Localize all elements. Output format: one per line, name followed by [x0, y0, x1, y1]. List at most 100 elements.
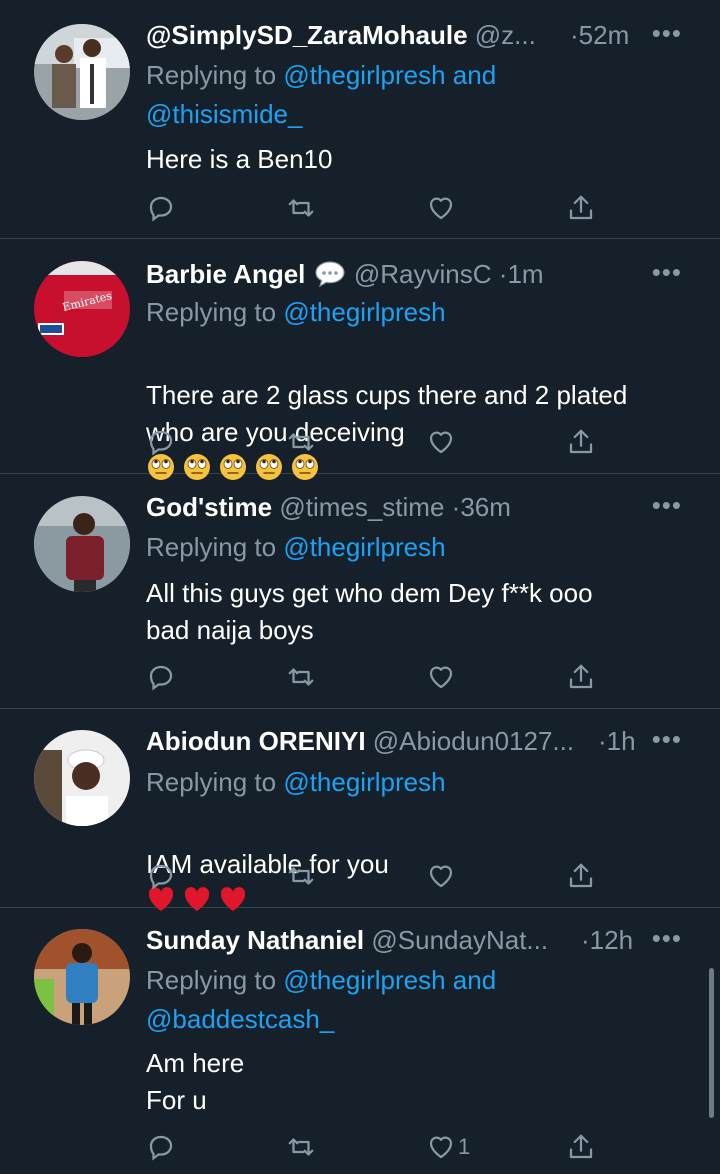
timestamp[interactable]: 1m [507, 259, 543, 289]
retweet-icon [288, 199, 314, 217]
handle[interactable]: @times_stime [279, 492, 444, 522]
avatar[interactable] [34, 24, 130, 120]
more-icon[interactable]: ••• [652, 724, 682, 755]
replying-to: Replying to @thegirlpresh [146, 767, 446, 797]
display-name[interactable]: @SimplySD_ZaraMohaule [146, 20, 468, 50]
action-bar [146, 860, 593, 892]
like-icon [429, 1136, 453, 1159]
like-icon [429, 666, 453, 689]
mention-link[interactable]: @baddestcash_ [146, 1004, 334, 1034]
mention-link[interactable]: @thegirlpresh [283, 60, 445, 90]
mention-link[interactable]: @thisismide_ [146, 99, 302, 129]
mention-link[interactable]: @thegirlpresh [283, 297, 445, 327]
share-button[interactable] [566, 1131, 596, 1163]
tweet[interactable]: @SimplySD_ZaraMohaule @z... ·52m ••• Rep… [0, 0, 720, 239]
replying-to: Replying to @thegirlpresh and @baddestca… [146, 965, 497, 1034]
tweet[interactable]: Sunday Nathaniel @SundayNat... ·12h ••• … [0, 908, 720, 1174]
tweet[interactable]: Emirates Barbie Angel @RayvinsC ·1m ••• … [0, 239, 720, 480]
scrollbar[interactable] [709, 968, 714, 1118]
avatar[interactable] [34, 496, 130, 592]
share-button[interactable] [566, 661, 596, 693]
more-icon[interactable]: ••• [652, 490, 682, 521]
share-icon [569, 195, 593, 220]
timestamp[interactable]: 12h [590, 925, 633, 955]
tweet-text: Here is a Ben10 [146, 144, 333, 174]
reply-button[interactable] [146, 1131, 176, 1163]
timestamp[interactable]: 36m [460, 492, 511, 522]
retweet-button[interactable] [286, 426, 316, 458]
retweet-icon [288, 1138, 314, 1156]
tweet-text: There are 2 glass cups there and 2 plate… [146, 340, 680, 488]
handle[interactable]: @RayvinsC [354, 259, 492, 289]
separator: · [598, 726, 607, 756]
retweet-icon [288, 867, 314, 885]
display-name[interactable]: Abiodun ORENIYI [146, 726, 366, 756]
reply-icon [149, 196, 173, 222]
display-name[interactable]: God'stime [146, 492, 272, 522]
retweet-icon [288, 433, 314, 451]
mention-link[interactable]: @thegirlpresh [283, 965, 445, 995]
like-icon [429, 431, 453, 454]
like-button[interactable] [426, 661, 456, 693]
more-icon[interactable]: ••• [652, 257, 682, 288]
tweet[interactable]: Abiodun ORENIYI @Abiodun0127... ·1h ••• … [0, 709, 720, 911]
timestamp[interactable]: 52m [579, 20, 630, 50]
reply-icon [149, 665, 173, 691]
tweet[interactable]: God'stime @times_stime ·36m ••• Replying… [0, 474, 720, 709]
tweet-text: Am here For u [146, 1048, 245, 1115]
handle[interactable]: @z... [475, 20, 536, 50]
avatar[interactable] [34, 730, 130, 826]
like-count: 1 [458, 1134, 471, 1159]
share-icon [569, 863, 593, 888]
replying-to: Replying to @thegirlpresh [146, 532, 446, 562]
replying-to: Replying to @thegirlpresh and @thisismid… [146, 60, 497, 129]
action-bar [146, 192, 593, 224]
retweet-icon [288, 668, 314, 686]
reply-icon [149, 864, 173, 890]
share-icon [569, 1134, 593, 1159]
handle[interactable]: @SundayNat... [371, 925, 548, 955]
like-button[interactable] [426, 192, 456, 224]
like-button[interactable]: 1 [426, 1131, 470, 1163]
tweet-text: All this guys get who dem Dey f**k ooo b… [146, 578, 593, 645]
separator: · [570, 20, 579, 50]
share-button[interactable] [566, 426, 596, 458]
speech-bubble-icon [315, 261, 345, 288]
timestamp[interactable]: 1h [607, 726, 636, 756]
display-name[interactable]: Sunday Nathaniel [146, 925, 364, 955]
tweet-header: God'stime @times_stime ·36m [146, 492, 630, 528]
action-bar [146, 426, 593, 458]
tweet-header: Abiodun ORENIYI @Abiodun0127... [146, 726, 630, 762]
tweet-header: Sunday Nathaniel @SundayNat... [146, 925, 630, 961]
share-button[interactable] [566, 192, 596, 224]
like-icon [429, 197, 453, 220]
share-button[interactable] [566, 860, 596, 892]
reply-button[interactable] [146, 860, 176, 892]
display-name[interactable]: Barbie Angel [146, 259, 305, 289]
share-icon [569, 664, 593, 689]
like-button[interactable] [426, 860, 456, 892]
like-button[interactable] [426, 426, 456, 458]
tweet-header: Barbie Angel @RayvinsC ·1m [146, 259, 630, 295]
retweet-button[interactable] [286, 661, 316, 693]
handle[interactable]: @Abiodun0127... [373, 726, 574, 756]
avatar[interactable] [34, 929, 130, 1025]
retweet-button[interactable] [286, 192, 316, 224]
replying-to: Replying to @thegirlpresh [146, 297, 446, 327]
more-icon[interactable]: ••• [652, 18, 682, 49]
retweet-button[interactable] [286, 1131, 316, 1163]
action-bar: 1 [146, 1131, 593, 1163]
share-icon [569, 429, 593, 454]
mention-link[interactable]: @thegirlpresh [283, 767, 445, 797]
mention-link[interactable]: @thegirlpresh [283, 532, 445, 562]
action-bar [146, 661, 593, 693]
like-icon [429, 865, 453, 888]
reply-button[interactable] [146, 426, 176, 458]
reply-icon [149, 1135, 173, 1161]
reply-icon [149, 430, 173, 456]
avatar[interactable]: Emirates [34, 261, 130, 357]
reply-button[interactable] [146, 661, 176, 693]
more-icon[interactable]: ••• [652, 923, 682, 954]
reply-button[interactable] [146, 192, 176, 224]
retweet-button[interactable] [286, 860, 316, 892]
